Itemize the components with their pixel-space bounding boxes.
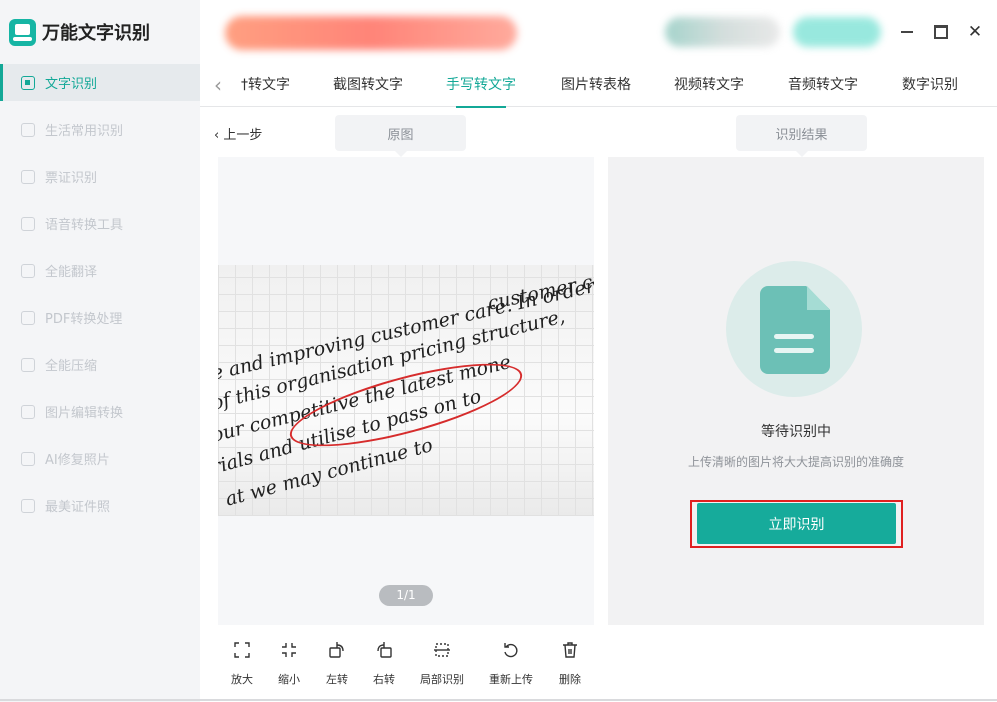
sidebar-item-text-recognition[interactable]: 文字识别 [0,64,200,101]
status-title: 等待识别中 [761,424,831,440]
chevron-left-icon[interactable]: ‹ [214,73,222,97]
sidebar-item-label: PDF转换处理 [45,312,123,327]
ticket-icon [21,169,35,184]
sidebar-item-label: 文字识别 [45,77,98,92]
sidebar-item-label: 语音转换工具 [45,218,124,233]
sidebar-item-label: 生活常用识别 [45,124,124,139]
chevron-left-icon: ‹ [214,128,224,143]
sidebar-item-label: 票证识别 [45,171,98,186]
scan-icon [21,122,35,137]
rotate-right-button[interactable]: 右转 [359,641,409,687]
result-panel: 等待识别中 上传清晰的图片将大大提高识别的准确度 [608,157,984,625]
sidebar-item-label: 图片编辑转换 [45,406,124,421]
tab-text-conversion[interactable]: †转文字 [241,74,290,94]
rotate-left-icon [329,642,344,658]
minimize-icon[interactable] [897,22,917,42]
delete-icon [563,642,577,658]
sidebar-item-label: 全能压缩 [45,359,98,374]
app-title: 万能文字识别 [42,23,150,44]
document-fold [807,286,830,310]
ai-repair-icon [21,451,35,466]
tab-image-to-table[interactable]: 图片转表格 [561,74,631,94]
document-line [774,334,814,339]
sidebar-item-ai-repair[interactable]: AI修复照片 [0,440,200,477]
id-photo-icon [21,498,35,513]
rotate-right-icon [377,642,392,658]
handwriting-photo: customer care is ess e and improving cus… [218,265,594,516]
close-icon[interactable]: ✕ [965,22,985,42]
bottom-divider [0,699,997,701]
zoom-in-button[interactable]: 放大 [217,641,267,687]
tool-label: 左转 [326,673,348,686]
delete-button[interactable]: 删除 [545,641,595,687]
sidebar-item-label: 最美证件照 [45,500,111,515]
rotate-left-button[interactable]: 左转 [312,641,362,687]
reupload-button[interactable]: 重新上传 [486,641,536,687]
original-image-label: 原图 [335,115,466,157]
back-label: 上一步 [223,128,263,143]
tool-label: 局部识别 [420,673,464,686]
translate-icon [21,263,35,278]
sidebar-item-compress[interactable]: 全能压缩 [0,346,200,383]
document-illustration [726,261,862,397]
tool-label: 重新上传 [489,673,533,686]
sidebar-item-label: 全能翻译 [45,265,98,280]
tab-handwriting-to-text[interactable]: 手写转文字 [446,74,516,108]
sidebar-item-daily-recognition[interactable]: 生活常用识别 [0,111,200,148]
zoom-in-icon [234,642,250,658]
tool-label: 放大 [231,673,253,686]
user-account[interactable] [665,17,780,47]
tab-number-recognition[interactable]: 数字识别 [902,74,958,94]
document-line [774,348,814,353]
tab-audio-to-text[interactable]: 音频转文字 [788,74,858,94]
sidebar-item-pdf[interactable]: PDF转换处理 [0,299,200,336]
top-header: ✕ [200,0,997,64]
sidebar-item-translate[interactable]: 全能翻译 [0,252,200,289]
audio-icon [21,216,35,231]
sidebar-nav: 文字识别 生活常用识别 票证识别 语音转换工具 全能翻译 PDF转换处理 全能压… [0,64,200,524]
tool-label: 右转 [373,673,395,686]
sidebar-item-image-edit[interactable]: 图片编辑转换 [0,393,200,430]
text-scan-icon [21,75,35,90]
compress-icon [21,357,35,372]
app-logo-icon [9,18,36,46]
zoom-out-button[interactable]: 缩小 [264,641,314,687]
maximize-icon[interactable] [931,22,951,42]
pdf-icon [21,310,35,325]
sidebar-item-id-photo[interactable]: 最美证件照 [0,487,200,524]
vip-button[interactable] [793,17,881,47]
status-hint: 上传清晰的图片将大大提高识别的准确度 [687,455,904,469]
sidebar-item-label: AI修复照片 [45,453,110,468]
promo-banner[interactable] [225,16,517,50]
brand: 万能文字识别 [0,0,200,64]
tab-video-to-text[interactable]: 视频转文字 [674,74,744,94]
page-indicator: 1/1 [379,585,433,606]
sidebar: 万能文字识别 文字识别 生活常用识别 票证识别 语音转换工具 全能翻译 PDF转… [0,0,200,702]
image-preview-panel: customer care is ess e and improving cus… [218,157,594,625]
result-label: 识别结果 [736,115,867,157]
sidebar-item-voice-tools[interactable]: 语音转换工具 [0,205,200,242]
image-edit-icon [21,404,35,419]
back-button[interactable]: ‹ 上一步 [214,124,262,143]
crop-recognize-button[interactable]: 局部识别 [417,641,467,687]
sidebar-item-ticket-recognition[interactable]: 票证识别 [0,158,200,195]
tab-screenshot-to-text[interactable]: 截图转文字 [333,74,403,94]
zoom-out-icon [282,643,296,657]
crop-icon [434,643,450,657]
recognize-now-button[interactable]: 立即识别 [697,503,896,544]
function-tabs: ‹ †转文字 截图转文字 手写转文字 图片转表格 视频转文字 音频转文字 数字识… [200,64,997,108]
tool-label: 删除 [559,673,581,686]
tool-label: 缩小 [278,673,300,686]
reupload-icon [504,643,518,658]
